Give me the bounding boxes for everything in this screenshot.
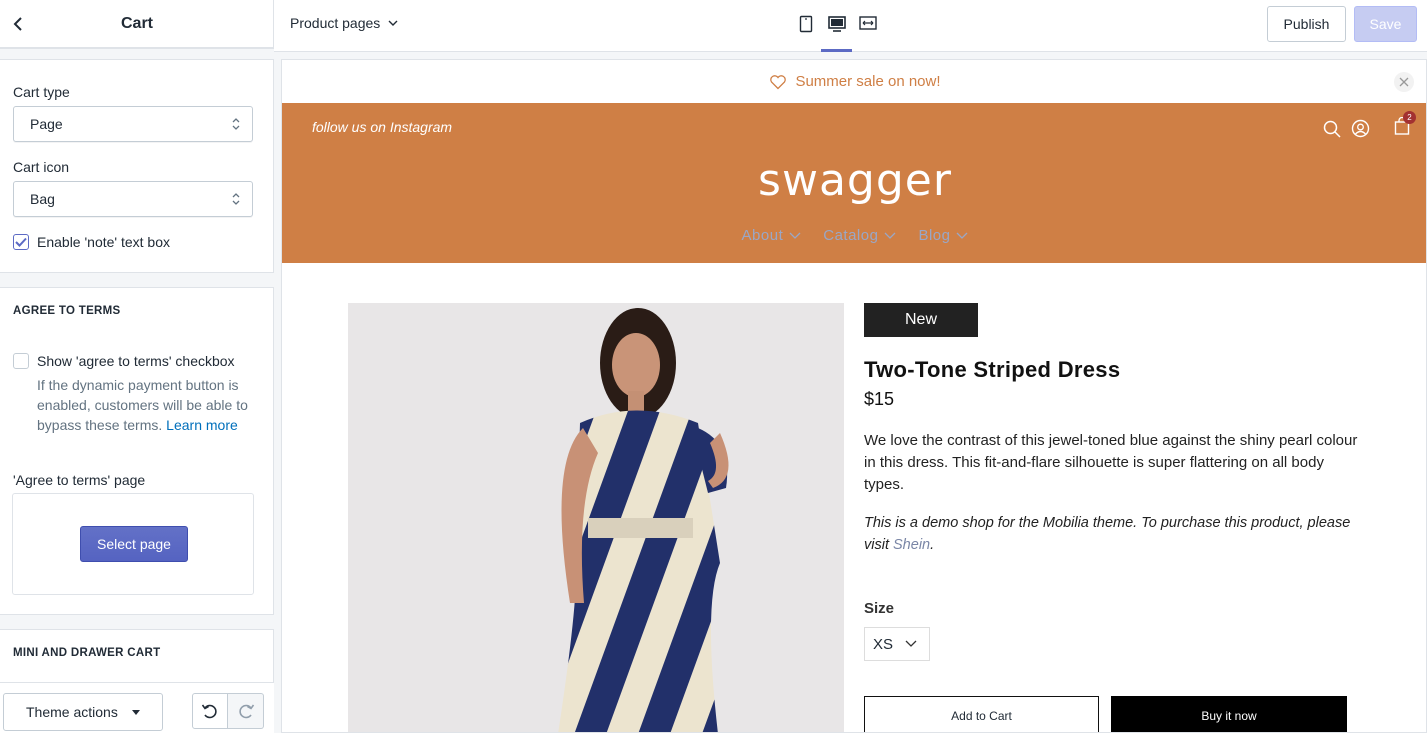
size-label: Size bbox=[864, 600, 895, 617]
product-title: Two-Tone Striped Dress bbox=[864, 357, 1121, 382]
cart-count-badge: 2 bbox=[1403, 111, 1416, 124]
chevron-down-icon bbox=[388, 20, 398, 26]
note-checkbox[interactable] bbox=[13, 234, 29, 250]
shein-link[interactable]: Shein bbox=[893, 537, 930, 553]
save-button[interactable]: Save bbox=[1354, 6, 1417, 42]
product-image[interactable] bbox=[348, 303, 844, 732]
sidebar-title: Cart bbox=[120, 14, 153, 32]
divider bbox=[0, 614, 274, 630]
store-logo[interactable]: swagger bbox=[282, 155, 1426, 206]
theme-editor-sidebar: Cart Cart type Page Cart icon Bag Enable… bbox=[0, 0, 274, 733]
note-suffix: . bbox=[930, 537, 935, 553]
divider bbox=[0, 48, 274, 60]
checkmark-icon bbox=[15, 237, 27, 247]
select-arrows-icon bbox=[232, 118, 240, 130]
cart-icon-value: Bag bbox=[30, 191, 55, 207]
back-button[interactable] bbox=[6, 12, 30, 36]
select-arrows-icon bbox=[232, 193, 240, 205]
header-icons: 2 bbox=[1323, 111, 1416, 140]
cart-icon-select[interactable]: Bag bbox=[13, 181, 253, 217]
undo-icon bbox=[201, 704, 217, 719]
learn-more-link[interactable]: Learn more bbox=[166, 417, 238, 433]
cart-type-label: Cart type bbox=[13, 84, 70, 100]
undo-button[interactable] bbox=[192, 693, 228, 729]
announcement-text: Summer sale on now! bbox=[795, 73, 941, 90]
agree-checkbox-row[interactable]: Show 'agree to terms' checkbox bbox=[13, 353, 235, 369]
theme-actions-label: Theme actions bbox=[26, 704, 118, 720]
caret-down-icon bbox=[132, 710, 140, 715]
product-demo-note: This is a demo shop for the Mobilia them… bbox=[864, 512, 1364, 556]
nav-label: About bbox=[741, 227, 784, 244]
mobile-icon bbox=[799, 15, 812, 33]
cart-button[interactable]: 2 bbox=[1394, 111, 1416, 140]
nav-item-blog[interactable]: Blog bbox=[918, 227, 968, 244]
nav-item-catalog[interactable]: Catalog bbox=[823, 227, 896, 244]
page-selector-label: Product pages bbox=[290, 15, 381, 31]
sidebar-header: Cart bbox=[0, 0, 274, 48]
chevron-left-icon bbox=[13, 17, 22, 31]
agree-section-title: AGREE TO TERMS bbox=[13, 305, 121, 317]
page-picker-card: Select page bbox=[12, 493, 254, 595]
redo-icon bbox=[238, 704, 254, 719]
nav-label: Catalog bbox=[823, 227, 879, 244]
full-width-view-button[interactable] bbox=[852, 10, 883, 52]
product-price: $15 bbox=[864, 389, 895, 409]
instagram-link[interactable]: follow us on Instagram bbox=[312, 119, 452, 135]
theme-actions-button[interactable]: Theme actions bbox=[3, 693, 163, 731]
size-select[interactable]: XS bbox=[864, 627, 930, 661]
editor-topbar: Product pages Publish Save bbox=[274, 0, 1427, 52]
size-value: XS bbox=[873, 635, 894, 653]
chevron-down-icon bbox=[789, 232, 801, 239]
close-icon bbox=[1399, 77, 1409, 87]
nav-item-about[interactable]: About bbox=[742, 227, 802, 244]
new-badge: New bbox=[864, 303, 978, 337]
chevron-down-icon bbox=[905, 640, 917, 647]
dress-model-photo bbox=[558, 308, 729, 732]
cart-type-value: Page bbox=[30, 116, 63, 132]
cart-icon-label: Cart icon bbox=[13, 159, 70, 175]
agree-checkbox-label: Show 'agree to terms' checkbox bbox=[37, 353, 235, 369]
mobile-view-button[interactable] bbox=[790, 10, 821, 52]
product-description: We love the contrast of this jewel-toned… bbox=[864, 432, 1358, 493]
account-icon[interactable] bbox=[1351, 119, 1370, 138]
note-checkbox-row[interactable]: Enable 'note' text box bbox=[13, 234, 170, 250]
device-switcher bbox=[790, 10, 883, 52]
redo-button[interactable] bbox=[228, 693, 264, 729]
note-checkbox-label: Enable 'note' text box bbox=[37, 234, 170, 250]
nav-label: Blog bbox=[918, 227, 951, 244]
expand-horizontal-icon bbox=[858, 16, 877, 30]
divider bbox=[0, 272, 274, 288]
add-to-cart-button[interactable]: Add to Cart bbox=[864, 696, 1099, 732]
chevron-down-icon bbox=[884, 232, 896, 239]
undo-redo-group bbox=[192, 693, 264, 729]
store-header: follow us on Instagram 2 swagger About C… bbox=[282, 103, 1426, 263]
note-text: This is a demo shop for the Mobilia them… bbox=[864, 515, 1351, 553]
mini-cart-section-title: MINI AND DRAWER CART bbox=[13, 647, 161, 659]
page-type-selector[interactable]: Product pages bbox=[290, 15, 398, 31]
heart-icon bbox=[770, 74, 787, 89]
chevron-down-icon bbox=[957, 232, 968, 239]
sidebar-footer: Theme actions bbox=[0, 682, 274, 733]
main-nav: About Catalog Blog bbox=[282, 227, 1426, 244]
desktop-view-button[interactable] bbox=[821, 10, 852, 52]
agree-page-label: 'Agree to terms' page bbox=[13, 472, 146, 488]
agree-checkbox[interactable] bbox=[13, 353, 29, 369]
cart-type-select[interactable]: Page bbox=[13, 106, 253, 142]
announcement-close-button[interactable] bbox=[1394, 72, 1414, 92]
buy-now-button[interactable]: Buy it now bbox=[1111, 696, 1347, 732]
agree-help-text: If the dynamic payment button is enabled… bbox=[37, 375, 257, 435]
desktop-icon bbox=[827, 16, 846, 32]
store-preview: Summer sale on now! follow us on Instagr… bbox=[281, 59, 1427, 733]
announcement-bar[interactable]: Summer sale on now! bbox=[282, 60, 1426, 103]
select-page-button[interactable]: Select page bbox=[80, 526, 188, 562]
publish-button[interactable]: Publish bbox=[1267, 6, 1346, 42]
search-icon[interactable] bbox=[1323, 120, 1341, 138]
